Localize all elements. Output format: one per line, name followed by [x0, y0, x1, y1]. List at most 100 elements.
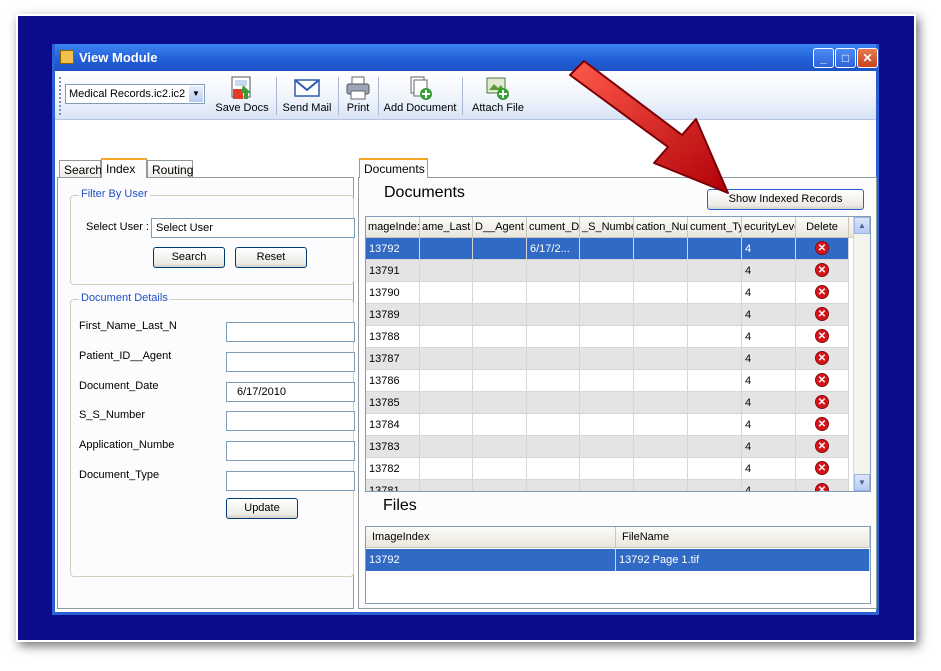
image-index-cell: 13789 — [366, 304, 420, 326]
table-cell — [634, 414, 688, 436]
document-date-cell: 6/17/2... — [527, 238, 580, 260]
document-date-cell — [527, 326, 580, 348]
column-header[interactable]: D__Agent — [473, 217, 527, 238]
add-document-label: Add Document — [383, 102, 457, 114]
table-row[interactable]: 13791 4 ✕ — [366, 260, 855, 282]
table-row[interactable]: 13782 4 ✕ — [366, 458, 855, 480]
update-button[interactable]: Update — [226, 498, 298, 519]
tab-documents[interactable]: Documents — [359, 158, 428, 178]
column-header[interactable]: ImageIndex — [366, 527, 616, 548]
send-mail-label: Send Mail — [282, 102, 332, 114]
maximize-button[interactable]: □ — [835, 48, 856, 68]
table-row[interactable]: 13785 4 ✕ — [366, 392, 855, 414]
delete-icon[interactable]: ✕ — [815, 417, 829, 431]
document-type-input[interactable] — [226, 471, 355, 491]
table-cell — [580, 458, 634, 480]
window-title: View Module — [79, 50, 158, 65]
delete-icon[interactable]: ✕ — [815, 285, 829, 299]
delete-icon[interactable]: ✕ — [815, 307, 829, 321]
print-button[interactable]: Print — [341, 71, 375, 119]
table-row[interactable]: 13787 4 ✕ — [366, 348, 855, 370]
tab-index[interactable]: Index — [101, 158, 147, 178]
delete-icon[interactable]: ✕ — [815, 263, 829, 277]
column-header[interactable]: cument_Ty — [688, 217, 742, 238]
database-combo[interactable]: Medical Records.ic2.ic2 ▼ — [65, 84, 205, 104]
select-user-dropdown[interactable]: Select User — [151, 218, 355, 238]
ss-number-input[interactable] — [226, 411, 355, 431]
delete-icon[interactable]: ✕ — [815, 373, 829, 387]
delete-icon[interactable]: ✕ — [815, 461, 829, 475]
field-label: Application_Numbe — [79, 439, 175, 451]
table-row[interactable]: 13784 4 ✕ — [366, 414, 855, 436]
column-header[interactable]: Delete — [796, 217, 849, 238]
add-document-button[interactable]: Add Document — [383, 71, 457, 119]
table-cell — [420, 304, 473, 326]
image-index-cell: 13782 — [366, 458, 420, 480]
image-index-cell: 13790 — [366, 282, 420, 304]
send-mail-button[interactable]: Send Mail — [281, 71, 333, 119]
delete-icon[interactable]: ✕ — [815, 351, 829, 365]
scroll-up-icon[interactable]: ▲ — [854, 217, 870, 234]
table-row[interactable]: 13786 4 ✕ — [366, 370, 855, 392]
table-cell — [580, 260, 634, 282]
patient-id-agent-input[interactable] — [226, 352, 355, 372]
table-cell — [580, 414, 634, 436]
table-row[interactable]: 13781 4 ✕ — [366, 480, 855, 491]
table-cell — [473, 260, 527, 282]
table-cell — [420, 326, 473, 348]
delete-icon[interactable]: ✕ — [815, 395, 829, 409]
document-date-cell — [527, 260, 580, 282]
delete-icon[interactable]: ✕ — [815, 241, 829, 255]
delete-cell: ✕ — [796, 480, 849, 491]
save-docs-icon — [229, 75, 255, 101]
table-row[interactable]: 13789 4 ✕ — [366, 304, 855, 326]
documents-tab-body: Documents Show Indexed Records mageInde:… — [358, 177, 877, 609]
column-header[interactable]: FileName — [616, 527, 870, 548]
scroll-down-icon[interactable]: ▼ — [854, 474, 870, 491]
save-docs-button[interactable]: Save Docs — [213, 71, 271, 119]
application-number-input[interactable] — [226, 441, 355, 461]
documents-scrollbar[interactable]: ▲ ▼ — [853, 217, 870, 491]
table-row[interactable]: 13783 4 ✕ — [366, 436, 855, 458]
table-cell — [688, 282, 742, 304]
column-header[interactable]: mageInde: — [366, 217, 420, 238]
column-header[interactable]: ecurityLeve — [742, 217, 796, 238]
document-details-group: Document Details First_Name_Last_N Patie… — [70, 292, 355, 577]
document-date-input[interactable]: 6/17/2010 — [226, 382, 355, 402]
first-name-last-name-input[interactable] — [226, 322, 355, 342]
tab-search[interactable]: Search — [59, 160, 102, 178]
attach-file-button[interactable]: Attach File — [467, 71, 529, 119]
delete-icon[interactable]: ✕ — [815, 439, 829, 453]
toolbar-grip[interactable] — [59, 77, 62, 115]
delete-icon[interactable]: ✕ — [815, 329, 829, 343]
table-cell — [580, 436, 634, 458]
security-level-cell: 4 — [742, 282, 796, 304]
table-cell — [634, 392, 688, 414]
delete-cell: ✕ — [796, 370, 849, 392]
chevron-down-icon[interactable]: ▼ — [189, 86, 203, 102]
column-header[interactable]: cation_Nur — [634, 217, 688, 238]
close-button[interactable]: ✕ — [857, 48, 878, 68]
table-cell — [580, 304, 634, 326]
table-cell — [688, 436, 742, 458]
attach-file-label: Attach File — [472, 102, 524, 114]
table-row[interactable]: 13788 4 ✕ — [366, 326, 855, 348]
tab-routing[interactable]: Routing — [147, 160, 193, 178]
column-header[interactable]: _S_Numbe — [580, 217, 634, 238]
image-index-cell: 13783 — [366, 436, 420, 458]
search-button[interactable]: Search — [153, 247, 225, 268]
minimize-button[interactable]: _ — [813, 48, 834, 68]
image-index-cell: 13791 — [366, 260, 420, 282]
column-header[interactable]: cument_Da — [527, 217, 580, 238]
table-cell — [473, 282, 527, 304]
table-row[interactable]: 13792 6/17/2... 4 ✕ — [366, 238, 855, 260]
reset-button[interactable]: Reset — [235, 247, 307, 268]
file-row[interactable]: 13792 13792 Page 1.tif — [366, 549, 870, 571]
toolbar-divider — [276, 77, 277, 115]
column-header[interactable]: ame_Last — [420, 217, 473, 238]
table-cell — [473, 326, 527, 348]
table-cell — [688, 414, 742, 436]
field-label: Document_Date — [79, 380, 159, 392]
delete-icon[interactable]: ✕ — [815, 483, 829, 491]
table-row[interactable]: 13790 4 ✕ — [366, 282, 855, 304]
